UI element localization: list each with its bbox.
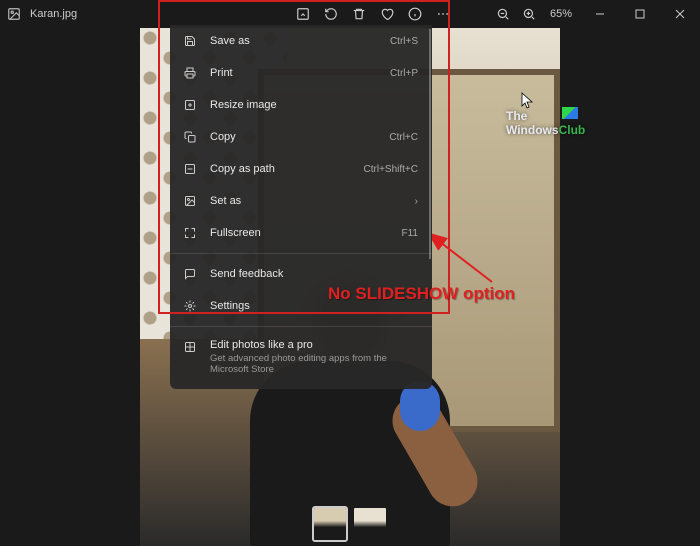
- thumbnail-2[interactable]: [352, 506, 388, 542]
- menu-set-as[interactable]: Set as ›: [170, 185, 432, 217]
- copy-icon: [182, 129, 198, 145]
- more-btn[interactable]: [430, 0, 456, 28]
- info-btn[interactable]: [402, 0, 428, 28]
- feedback-icon: [182, 266, 198, 282]
- title-bar: Karan.jpg 65%: [0, 0, 700, 28]
- menu-promo[interactable]: Edit photos like a pro Get advanced phot…: [170, 331, 432, 383]
- file-name: Karan.jpg: [30, 8, 77, 20]
- menu-label: Copy as path: [210, 163, 364, 175]
- favorite-btn[interactable]: [374, 0, 400, 28]
- menu-label: Set as: [210, 195, 415, 207]
- menu-settings[interactable]: Settings: [170, 290, 432, 322]
- rotate-btn[interactable]: [318, 0, 344, 28]
- menu-separator: [170, 326, 432, 327]
- menu-label: Resize image: [210, 99, 418, 111]
- watermark-logo: [562, 107, 578, 119]
- menu-label: Send feedback: [210, 268, 418, 280]
- menu-shortcut: Ctrl+S: [390, 36, 418, 47]
- menu-print[interactable]: Print Ctrl+P: [170, 57, 432, 89]
- menu-shortcut: Ctrl+C: [389, 132, 418, 143]
- menu-copy-path[interactable]: Copy as path Ctrl+Shift+C: [170, 153, 432, 185]
- menu-copy[interactable]: Copy Ctrl+C: [170, 121, 432, 153]
- header-toolbar: [290, 0, 456, 28]
- menu-label: Fullscreen: [210, 227, 402, 239]
- save-icon: [182, 33, 198, 49]
- context-menu: Save as Ctrl+S Print Ctrl+P Resize image…: [170, 25, 432, 389]
- menu-label: Copy: [210, 131, 389, 143]
- minimize-btn[interactable]: [580, 0, 620, 28]
- delete-btn[interactable]: [346, 0, 372, 28]
- zoom-level[interactable]: 65%: [550, 8, 572, 20]
- zoom-in-btn[interactable]: [516, 0, 542, 28]
- zoom-out-btn[interactable]: [490, 0, 516, 28]
- edit-image-btn[interactable]: [290, 0, 316, 28]
- chevron-right-icon: ›: [415, 196, 418, 207]
- fullscreen-icon: [182, 225, 198, 241]
- title-right: 65%: [490, 0, 700, 28]
- menu-separator: [170, 253, 432, 254]
- menu-shortcut: Ctrl+P: [390, 68, 418, 79]
- app-icon: [6, 6, 22, 22]
- filmstrip: [312, 506, 388, 542]
- menu-scrollbar[interactable]: [429, 29, 431, 259]
- title-left: Karan.jpg: [6, 6, 77, 22]
- settings-icon: [182, 298, 198, 314]
- promo-subtitle: Get advanced photo editing apps from the…: [210, 353, 420, 375]
- close-btn[interactable]: [660, 0, 700, 28]
- copy-path-icon: [182, 161, 198, 177]
- store-icon: [182, 339, 198, 355]
- menu-shortcut: Ctrl+Shift+C: [364, 164, 418, 175]
- menu-shortcut: F11: [402, 228, 419, 239]
- resize-icon: [182, 97, 198, 113]
- print-icon: [182, 65, 198, 81]
- maximize-btn[interactable]: [620, 0, 660, 28]
- menu-label: Print: [210, 67, 390, 79]
- menu-save-as[interactable]: Save as Ctrl+S: [170, 25, 432, 57]
- menu-fullscreen[interactable]: Fullscreen F11: [170, 217, 432, 249]
- promo-title: Edit photos like a pro: [210, 339, 420, 351]
- menu-resize[interactable]: Resize image: [170, 89, 432, 121]
- menu-label: Settings: [210, 300, 418, 312]
- menu-label: Save as: [210, 35, 390, 47]
- set-as-icon: [182, 193, 198, 209]
- menu-feedback[interactable]: Send feedback: [170, 258, 432, 290]
- thumbnail-1[interactable]: [312, 506, 348, 542]
